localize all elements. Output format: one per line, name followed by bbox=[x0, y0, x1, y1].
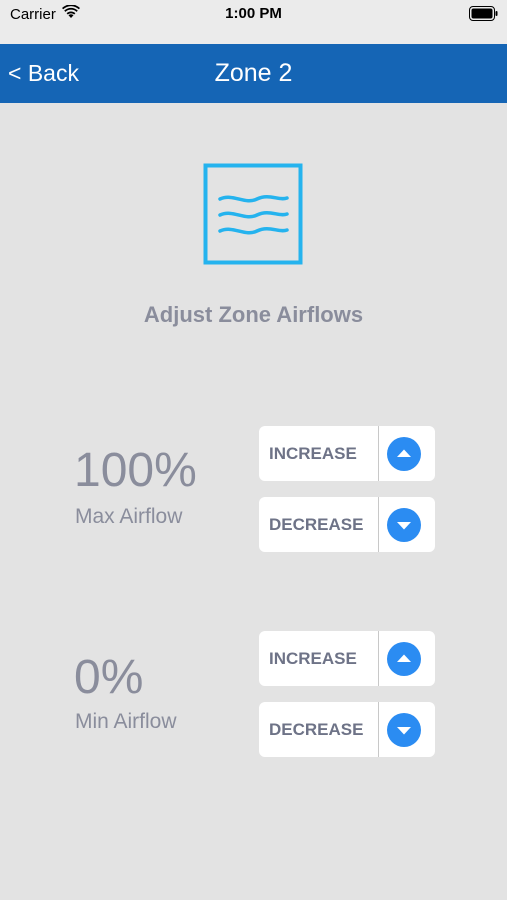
min-increase-button[interactable]: INCREASE bbox=[259, 631, 435, 686]
airflow-icon bbox=[203, 163, 303, 265]
min-airflow-value: 0% bbox=[74, 651, 144, 704]
chevron-down-icon bbox=[387, 713, 421, 747]
max-airflow-label: Max Airflow bbox=[75, 505, 183, 528]
nav-bar: < Back Zone 2 bbox=[0, 44, 507, 103]
status-bar: Carrier 1:00 PM bbox=[0, 0, 507, 44]
max-increase-label: INCREASE bbox=[269, 443, 357, 463]
max-airflow-value: 100% bbox=[74, 444, 197, 497]
button-divider bbox=[378, 497, 379, 552]
min-decrease-button[interactable]: DECREASE bbox=[259, 702, 435, 757]
chevron-up-icon bbox=[387, 642, 421, 676]
section-heading: Adjust Zone Airflows bbox=[143, 302, 364, 327]
min-airflow-label: Min Airflow bbox=[75, 710, 177, 733]
button-divider bbox=[378, 426, 379, 481]
max-increase-button[interactable]: INCREASE bbox=[259, 426, 435, 481]
min-decrease-label: DECREASE bbox=[269, 719, 364, 739]
chevron-up-icon bbox=[387, 437, 421, 471]
max-decrease-label: DECREASE bbox=[269, 514, 364, 534]
page-title: Zone 2 bbox=[214, 59, 293, 87]
min-increase-label: INCREASE bbox=[269, 648, 357, 668]
button-divider bbox=[378, 702, 379, 757]
battery-icon bbox=[469, 6, 498, 21]
status-time: 1:00 PM bbox=[225, 5, 282, 22]
button-divider bbox=[378, 631, 379, 686]
chevron-down-icon bbox=[387, 508, 421, 542]
max-decrease-button[interactable]: DECREASE bbox=[259, 497, 435, 552]
